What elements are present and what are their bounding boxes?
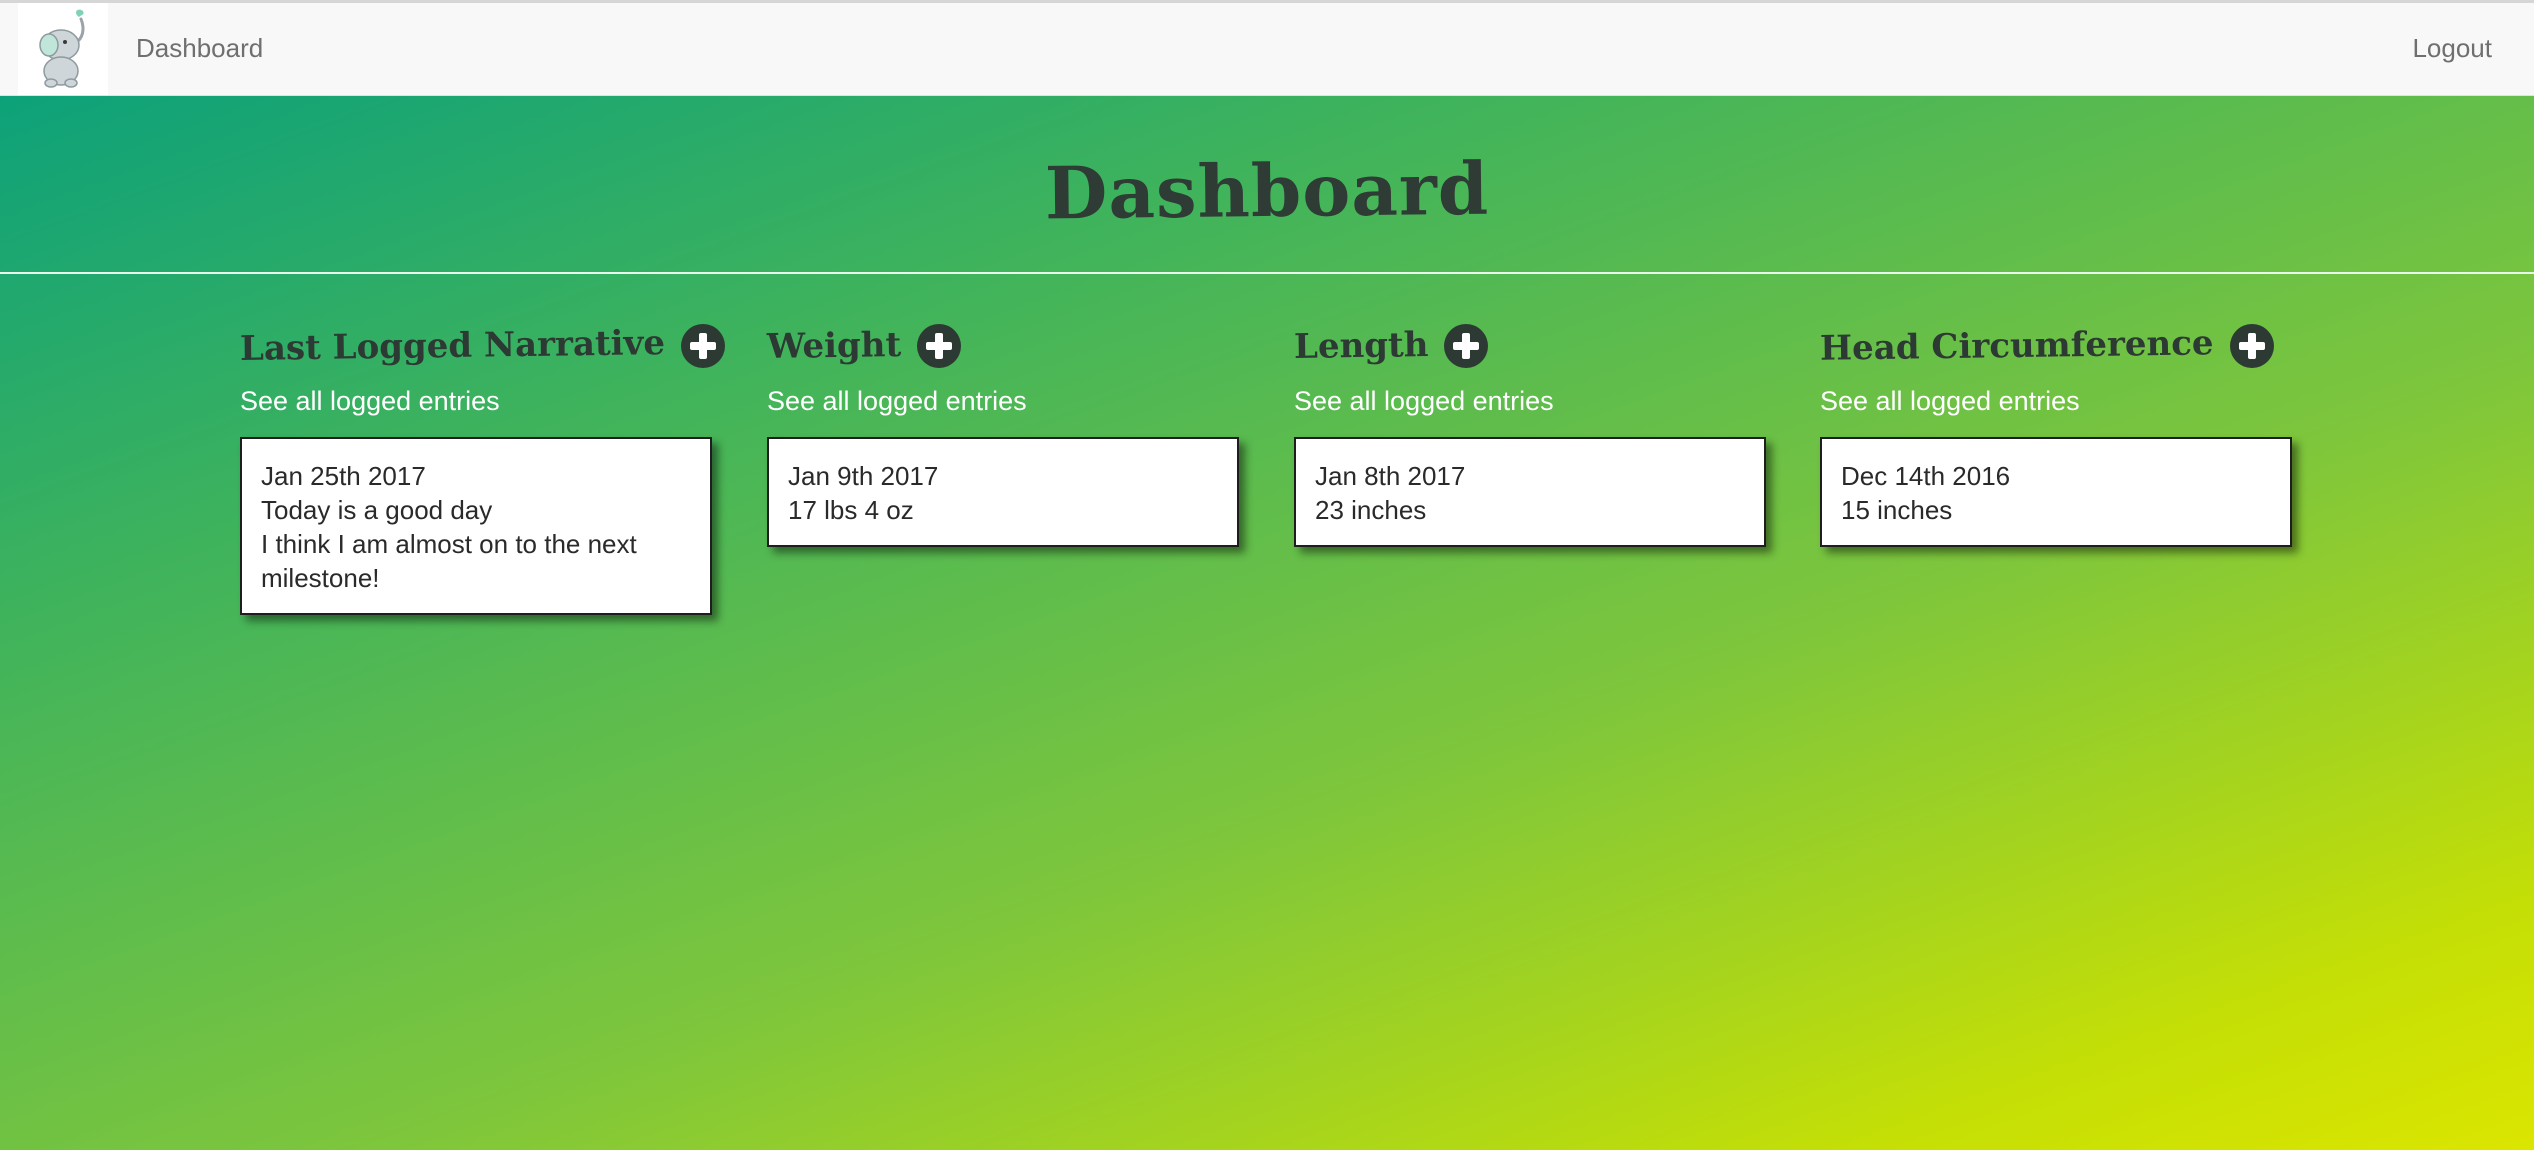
latest-entry-card: Jan 25th 2017 Today is a good day I thin… xyxy=(240,437,712,615)
length-column: Length See all logged entries Jan 8th 20… xyxy=(1294,320,1766,547)
entry-line: 17 lbs 4 oz xyxy=(788,495,914,525)
entry-date: Jan 9th 2017 xyxy=(788,461,939,491)
entry-date: Dec 14th 2016 xyxy=(1841,461,2011,491)
logout-link[interactable]: Logout xyxy=(2412,33,2492,64)
column-title: Length xyxy=(1293,325,1429,367)
latest-entry-card: Jan 9th 2017 17 lbs 4 oz xyxy=(767,437,1239,547)
latest-entry-card: Jan 8th 2017 23 inches xyxy=(1294,437,1766,547)
see-all-entries-link[interactable]: See all logged entries xyxy=(767,386,1239,417)
column-title: Weight xyxy=(766,325,902,367)
entry-line: 15 inches xyxy=(1841,495,1953,525)
add-length-button[interactable] xyxy=(1444,324,1489,368)
column-header: Last Logged Narrative xyxy=(239,320,725,372)
entry-line: Today is a good day xyxy=(261,495,493,525)
see-all-entries-link[interactable]: See all logged entries xyxy=(240,386,712,417)
entry-date: Jan 8th 2017 xyxy=(1315,461,1466,491)
column-header: Length xyxy=(1294,320,1766,372)
column-header: Head Circumference xyxy=(1820,320,2292,372)
see-all-entries-link[interactable]: See all logged entries xyxy=(1294,386,1766,417)
narrative-column: Last Logged Narrative See all logged ent… xyxy=(239,320,725,615)
see-all-entries-link[interactable]: See all logged entries xyxy=(1820,386,2292,417)
latest-entry-card: Dec 14th 2016 15 inches xyxy=(1820,437,2292,547)
head-circumference-column: Head Circumference See all logged entrie… xyxy=(1820,320,2292,547)
add-head-circumference-button[interactable] xyxy=(2229,324,2274,368)
column-title: Last Logged Narrative xyxy=(239,323,666,369)
entry-line: 23 inches xyxy=(1315,495,1427,525)
add-weight-button[interactable] xyxy=(917,324,962,368)
column-title: Head Circumference xyxy=(1819,323,2214,369)
elephant-logo-icon[interactable] xyxy=(18,3,108,95)
column-header: Weight xyxy=(767,320,1239,372)
nav-dashboard-link[interactable]: Dashboard xyxy=(136,33,263,64)
add-narrative-button[interactable] xyxy=(680,324,725,368)
page-title: Dashboard xyxy=(1044,145,1490,236)
weight-column: Weight See all logged entries Jan 9th 20… xyxy=(767,320,1239,547)
title-divider xyxy=(0,272,2534,274)
entry-date: Jan 25th 2017 xyxy=(261,461,426,491)
navbar: Dashboard Logout xyxy=(0,3,2534,96)
entry-line: I think I am almost on to the next miles… xyxy=(261,529,637,593)
